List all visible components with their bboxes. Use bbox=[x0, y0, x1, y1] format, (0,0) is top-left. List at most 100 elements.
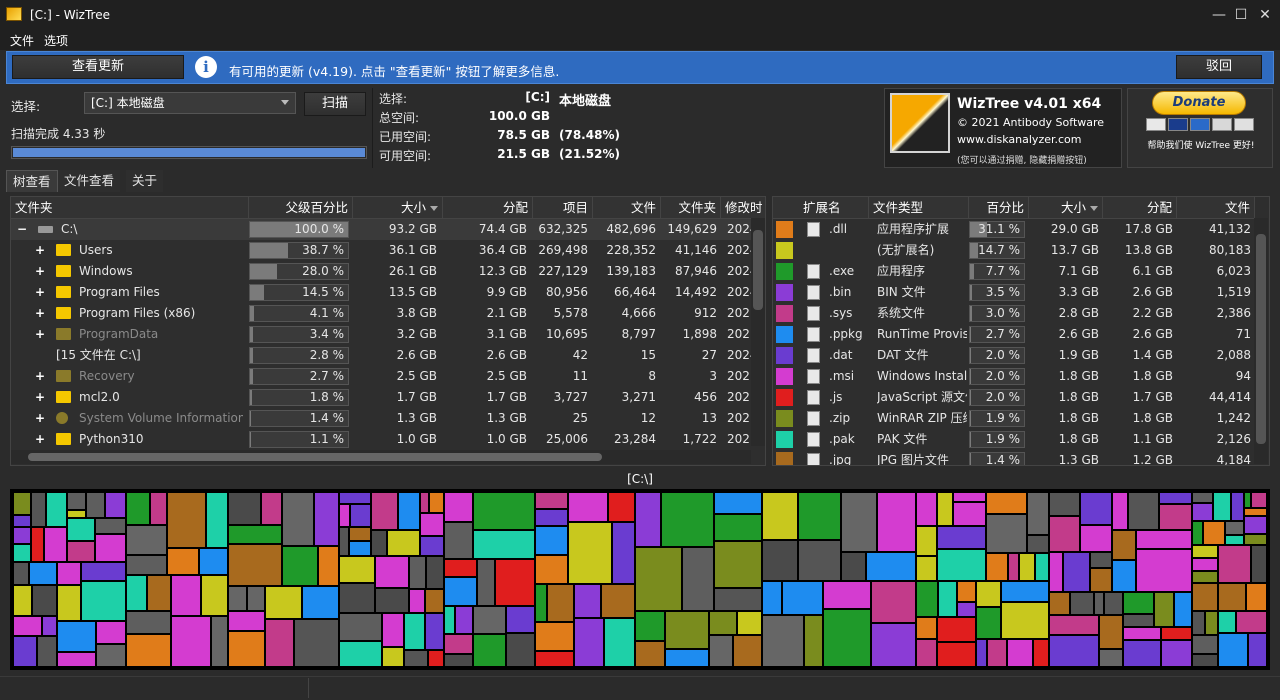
tree-row[interactable]: + ProgramData 3.4 % 3.2 GB 3.1 GB 10,695 8,797… bbox=[11, 324, 751, 345]
treemap-block[interactable] bbox=[1203, 521, 1225, 545]
treemap-block[interactable] bbox=[1123, 627, 1161, 640]
treemap-block[interactable] bbox=[1244, 534, 1267, 545]
treemap-block[interactable] bbox=[1008, 553, 1019, 581]
treemap-block[interactable] bbox=[13, 515, 31, 527]
treemap-block[interactable] bbox=[1192, 492, 1213, 503]
treemap-block[interactable] bbox=[349, 527, 371, 541]
treemap-block[interactable] bbox=[841, 492, 877, 552]
treemap-block[interactable] bbox=[568, 522, 612, 584]
treemap-block[interactable] bbox=[1049, 552, 1063, 592]
treemap-block[interactable] bbox=[339, 583, 375, 613]
treemap[interactable] bbox=[10, 489, 1270, 670]
tab-tree-view[interactable]: 树查看 bbox=[6, 170, 58, 192]
treemap-block[interactable] bbox=[737, 611, 762, 635]
treemap-block[interactable] bbox=[762, 492, 798, 540]
extension-row[interactable]: .exe 应用程序 7.7 % 7.1 GB 6.1 GB 6,023 bbox=[773, 261, 1255, 282]
tree-row[interactable]: [15 文件在 C:\] 2.8 % 2.6 GB 2.6 GB 42 15 27 2024 bbox=[11, 345, 753, 366]
treemap-block[interactable] bbox=[473, 606, 506, 634]
treemap-block[interactable] bbox=[13, 527, 31, 544]
treemap-block[interactable] bbox=[535, 555, 568, 584]
treemap-block[interactable] bbox=[1112, 530, 1136, 560]
treemap-block[interactable] bbox=[986, 492, 1027, 514]
dismiss-button[interactable]: 驳回 bbox=[1176, 55, 1262, 79]
treemap-block[interactable] bbox=[167, 492, 206, 548]
treemap-block[interactable] bbox=[13, 616, 42, 636]
treemap-block[interactable] bbox=[1161, 640, 1192, 667]
expand-icon[interactable]: + bbox=[35, 328, 45, 340]
treemap-block[interactable] bbox=[387, 530, 420, 556]
treemap-block[interactable] bbox=[1123, 614, 1154, 627]
treemap-block[interactable] bbox=[1128, 492, 1159, 530]
treemap-block[interactable] bbox=[506, 606, 535, 633]
col-files[interactable]: 文件 bbox=[593, 197, 661, 219]
col-items[interactable]: 项目 bbox=[533, 197, 593, 219]
treemap-block[interactable] bbox=[371, 530, 387, 556]
treemap-block[interactable] bbox=[1049, 615, 1099, 635]
expand-icon[interactable]: + bbox=[35, 286, 45, 298]
treemap-block[interactable] bbox=[13, 544, 31, 562]
treemap-block[interactable] bbox=[798, 540, 841, 581]
col-allocated[interactable]: 分配 bbox=[443, 197, 533, 219]
tree-row[interactable]: + System Volume Information 1.4 % 1.3 GB 1.3… bbox=[11, 408, 751, 429]
treemap-block[interactable] bbox=[762, 540, 798, 581]
treemap-block[interactable] bbox=[86, 492, 105, 518]
treemap-block[interactable] bbox=[1192, 521, 1203, 545]
treemap-block[interactable] bbox=[282, 492, 314, 546]
treemap-block[interactable] bbox=[398, 492, 420, 530]
treemap-block[interactable] bbox=[228, 525, 282, 544]
treemap-block[interactable] bbox=[425, 589, 444, 613]
treemap-block[interactable] bbox=[1159, 492, 1192, 504]
treemap-block[interactable] bbox=[46, 492, 67, 527]
treemap-block[interactable] bbox=[171, 616, 211, 667]
treemap-block[interactable] bbox=[762, 581, 782, 615]
treemap-block[interactable] bbox=[871, 581, 916, 623]
treemap-block[interactable] bbox=[1154, 592, 1174, 627]
treemap-block[interactable] bbox=[42, 616, 57, 636]
treemap-block[interactable] bbox=[167, 548, 199, 575]
treemap-block[interactable] bbox=[29, 562, 57, 585]
treemap-block[interactable] bbox=[473, 530, 535, 559]
treemap-block[interactable] bbox=[444, 577, 477, 606]
treemap-block[interactable] bbox=[987, 639, 1007, 667]
treemap-block[interactable] bbox=[171, 575, 201, 616]
treemap-block[interactable] bbox=[574, 584, 601, 618]
treemap-block[interactable] bbox=[986, 553, 1008, 581]
treemap-block[interactable] bbox=[1090, 568, 1112, 592]
treemap-block[interactable] bbox=[823, 581, 871, 609]
treemap-block[interactable] bbox=[420, 492, 429, 513]
col-extension[interactable]: 扩展名 bbox=[773, 197, 869, 219]
treemap-block[interactable] bbox=[1231, 492, 1244, 521]
treemap-block[interactable] bbox=[709, 635, 733, 667]
treemap-block[interactable] bbox=[228, 611, 265, 631]
treemap-block[interactable] bbox=[350, 504, 371, 527]
treemap-block[interactable] bbox=[1019, 553, 1035, 581]
treemap-block[interactable] bbox=[95, 534, 126, 562]
tree-row[interactable]: + Windows 28.0 % 26.1 GB 12.3 GB 227,129 139,1… bbox=[11, 261, 753, 282]
treemap-block[interactable] bbox=[444, 522, 473, 559]
treemap-block[interactable] bbox=[709, 611, 737, 635]
treemap-block[interactable] bbox=[1225, 521, 1244, 535]
treemap-block[interactable] bbox=[420, 536, 444, 556]
treemap-block[interactable] bbox=[568, 492, 608, 522]
treemap-block[interactable] bbox=[1049, 592, 1070, 615]
treemap-block[interactable] bbox=[938, 581, 957, 617]
treemap-block[interactable] bbox=[67, 510, 86, 518]
col-folders[interactable]: 文件夹 bbox=[661, 197, 721, 219]
treemap-block[interactable] bbox=[1136, 549, 1192, 592]
col-percent[interactable]: 百分比 bbox=[969, 197, 1029, 219]
treemap-block[interactable] bbox=[1049, 516, 1080, 552]
tree-row[interactable]: + Users 38.7 % 36.1 GB 36.4 GB 269,498 228,352… bbox=[11, 240, 753, 261]
treemap-block[interactable] bbox=[1099, 615, 1123, 649]
treemap-block[interactable] bbox=[604, 618, 635, 667]
treemap-block[interactable] bbox=[404, 650, 428, 667]
treemap-block[interactable] bbox=[126, 611, 171, 634]
treemap-block[interactable] bbox=[57, 585, 81, 621]
extension-row[interactable]: .ppkg RunTime Provisio 2.7 % 2.6 GB 2.6 GB 71 bbox=[773, 324, 1255, 345]
treemap-block[interactable] bbox=[916, 556, 937, 581]
treemap-block[interactable] bbox=[1070, 592, 1094, 615]
extension-row[interactable]: .msi Windows Installe 2.0 % 1.8 GB 1.8 GB 94 bbox=[773, 366, 1255, 387]
treemap-block[interactable] bbox=[425, 613, 444, 650]
treemap-block[interactable] bbox=[714, 541, 762, 588]
treemap-block[interactable] bbox=[444, 606, 455, 634]
treemap-block[interactable] bbox=[429, 492, 444, 513]
